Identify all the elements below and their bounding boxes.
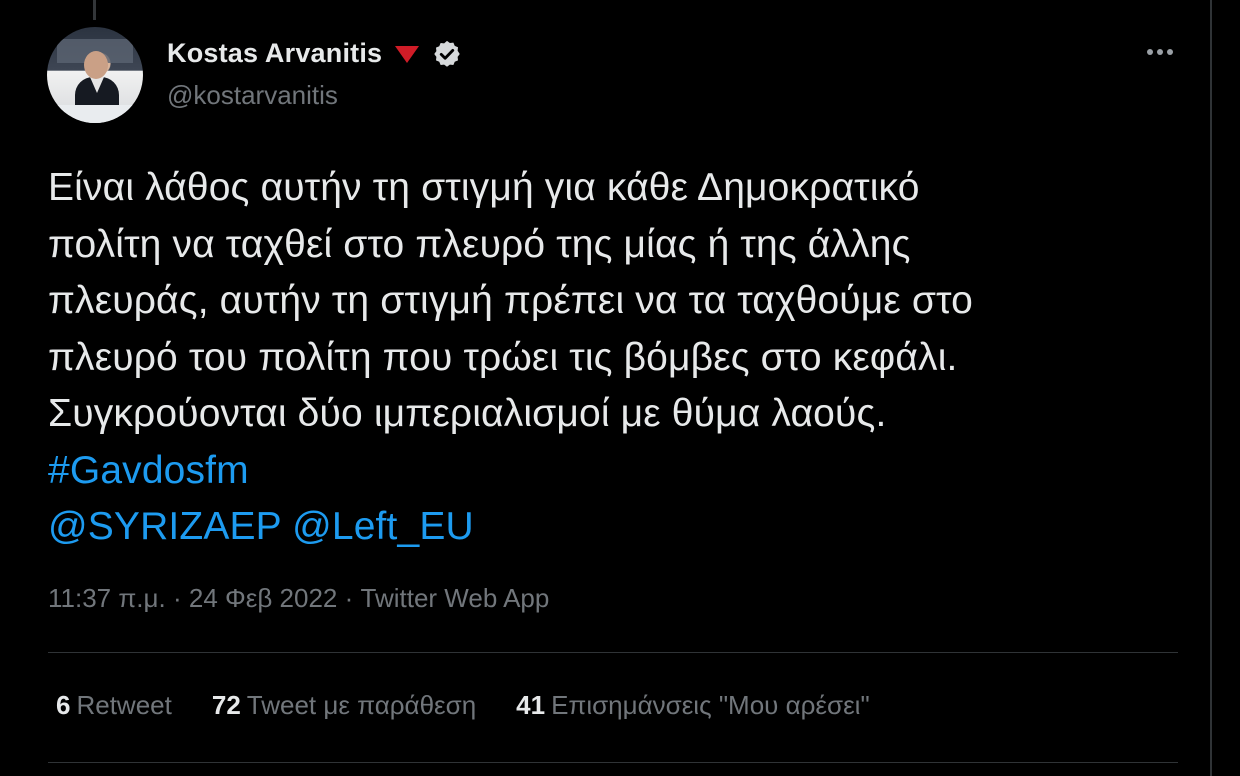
column-border [1210, 0, 1212, 776]
tweet-text-line: Συγκρούονται δύο ιμπεριαλισμοί με θύμα λ… [48, 392, 887, 435]
likes-stat[interactable]: 41 Επισημάνσεις "Μου αρέσει" [516, 690, 870, 721]
mention-link-left-eu[interactable]: @Left_EU [292, 505, 474, 548]
tweet-time[interactable]: 11:37 π.μ. [48, 583, 166, 613]
more-dots-icon[interactable] [1144, 40, 1176, 64]
tweet-text-line: πλευράς, αυτήν τη στιγμή πρέπει να τα τα… [48, 279, 973, 322]
verified-badge-icon [434, 40, 461, 67]
avatar[interactable] [47, 27, 143, 123]
meta-separator: · [172, 583, 182, 613]
author-name-row: Kostas Arvanitis [167, 38, 462, 69]
divider [48, 652, 1178, 653]
avatar-desk [47, 105, 143, 123]
tweet-meta: 11:37 π.μ. · 24 Φεβ 2022 · Twitter Web A… [48, 583, 549, 614]
tweet-text-line: πλευρό του πολίτη που τρώει τις βόμβες σ… [48, 335, 958, 379]
tweet-date[interactable]: 24 Φεβ 2022 [189, 583, 338, 613]
quotes-stat[interactable]: 72 Tweet με παράθεση [212, 690, 476, 721]
likes-label: Επισημάνσεις "Μου αρέσει" [551, 690, 870, 720]
retweets-label: Retweet [76, 690, 172, 720]
author-handle[interactable]: @kostarvanitis [167, 80, 338, 111]
avatar-figure-head [84, 51, 108, 79]
tweet-source[interactable]: Twitter Web App [361, 583, 550, 613]
author-display-name[interactable]: Kostas Arvanitis [167, 38, 382, 69]
mention-link-syrizaep[interactable]: @SYRIZAEP [48, 505, 281, 548]
red-triangle-flag-icon [395, 45, 420, 63]
tweet-text-line: πολίτη να ταχθεί στο πλευρό της μίας ή τ… [48, 222, 911, 266]
tweet-text: Είναι λάθος αυτήν τη στιγμή για κάθε Δημ… [48, 160, 1178, 556]
meta-separator: · [344, 583, 354, 613]
tweet-text-line: Είναι λάθος αυτήν τη στιγμή για κάθε Δημ… [48, 166, 920, 209]
divider [48, 762, 1178, 763]
retweets-count: 6 [56, 690, 71, 720]
likes-count: 41 [516, 690, 546, 720]
quotes-count: 72 [211, 690, 241, 720]
retweets-stat[interactable]: 6 Retweet [56, 690, 172, 721]
tweet-stats: 6 Retweet 72 Tweet με παράθεση 41 Επισημάνσ… [56, 690, 870, 721]
thread-line [93, 0, 96, 20]
quotes-label: Tweet με παράθεση [246, 690, 477, 720]
hashtag-link[interactable]: #Gavdosfm [48, 449, 249, 492]
